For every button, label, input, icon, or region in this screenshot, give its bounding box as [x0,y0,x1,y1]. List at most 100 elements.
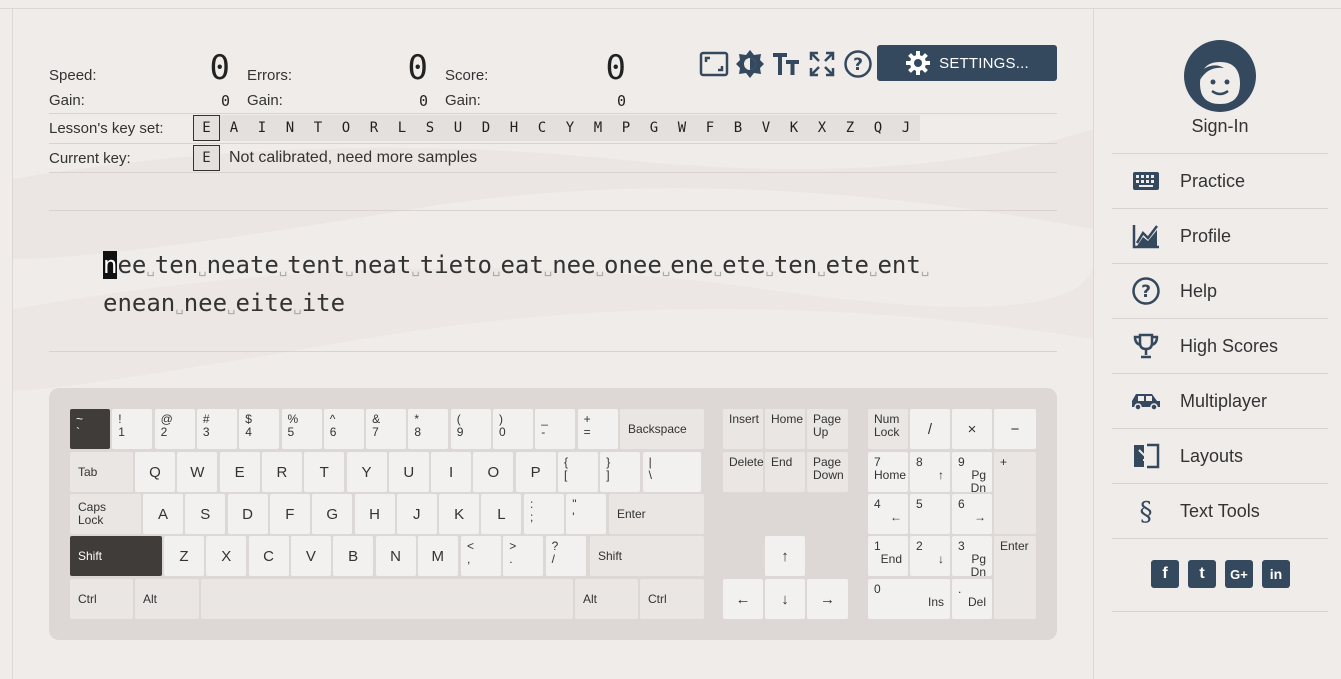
key-q[interactable]: Q [135,452,175,492]
key-symbol[interactable]: " ' [566,494,607,534]
arrow-right-key[interactable]: → [807,579,848,619]
key-a[interactable]: A [143,494,183,534]
key-symbol[interactable]: }] [600,452,641,492]
numpad-1-key[interactable]: 1 End [868,536,908,576]
key-t[interactable]: T [304,452,345,492]
key-4[interactable]: $4 [239,409,280,449]
key-10[interactable]: ) 0 [493,409,533,449]
key-c[interactable]: C [248,536,289,576]
numpad-minus-key[interactable]: − [994,409,1036,449]
theme-brightness-icon[interactable] [734,48,766,80]
key-symbol[interactable]: <, [461,536,501,576]
linkedin-icon[interactable]: in [1262,560,1290,588]
key-i[interactable]: I [431,452,472,492]
key-k[interactable]: K [439,494,480,534]
right-alt-key[interactable]: Alt [575,579,638,619]
settings-button[interactable]: SETTINGS... [877,45,1057,81]
key-11[interactable]: _ - [535,409,576,449]
numpad-dot-key[interactable]: . Del [952,579,992,619]
key-symbol[interactable]: {[ [558,452,598,492]
key-8[interactable]: * 8 [408,409,449,449]
key-n[interactable]: N [375,536,416,576]
right-ctrl-key[interactable]: Ctrl [640,579,704,619]
end-key[interactable]: End [765,452,805,492]
key-12[interactable]: + = [577,409,618,449]
key-9[interactable]: (9 [450,409,491,449]
delete-key[interactable]: Delete [723,452,764,492]
key-y[interactable]: Y [346,452,387,492]
key-m[interactable]: M [417,536,458,576]
num-lock-key[interactable]: Num Lock [868,409,908,449]
numpad-2-key[interactable]: 2 ↓ [910,536,950,576]
key-l[interactable]: L [481,494,522,534]
numpad-plus-key[interactable]: + [994,452,1036,534]
key-h[interactable]: H [354,494,395,534]
numpad-8-key[interactable]: 8 ↑ [910,452,950,492]
key-w[interactable]: W [177,452,218,492]
facebook-icon[interactable]: f [1151,560,1179,588]
arrow-down-key[interactable]: ↓ [765,579,805,619]
nav-practice[interactable]: Practice [1112,153,1328,208]
key-f[interactable]: F [269,494,310,534]
avatar-icon[interactable] [1184,40,1256,112]
key-2[interactable]: @2 [154,409,195,449]
key-o[interactable]: O [473,452,514,492]
nav-help[interactable]: ? Help [1112,263,1328,318]
key-b[interactable]: B [333,536,374,576]
twitter-icon[interactable]: t [1188,560,1216,588]
left-alt-key[interactable]: Alt [135,579,199,619]
zoom-screen-icon[interactable] [698,48,730,80]
key-d[interactable]: D [227,494,268,534]
key-s[interactable]: S [185,494,226,534]
key-3[interactable]: #3 [196,409,237,449]
key-v[interactable]: V [290,536,331,576]
key-g[interactable]: G [312,494,353,534]
font-size-icon[interactable] [770,48,802,80]
space-key[interactable] [201,579,573,619]
nav-profile[interactable]: Profile [1112,208,1328,263]
numpad-4-key[interactable]: 4 ← [868,494,908,534]
help-icon[interactable]: ? [842,48,874,80]
numpad-9-key[interactable]: 9 Pg Dn [952,452,992,495]
backspace-key[interactable]: Backspace [620,409,704,449]
numpad-multiply-key[interactable]: × [952,409,992,449]
numpad-0-key[interactable]: 0 Ins [868,579,950,619]
nav-multiplayer[interactable]: Multiplayer [1112,373,1328,428]
insert-key[interactable]: Insert [723,409,763,449]
enter-key[interactable]: Enter [609,494,704,534]
key-z[interactable]: Z [164,536,204,576]
left-shift-key[interactable]: Shift [70,536,162,576]
key-0[interactable]: ~ ` [70,409,110,449]
page-up-key[interactable]: Page Up [807,409,848,449]
numpad-enter-key[interactable]: Enter [994,536,1036,619]
right-shift-key[interactable]: Shift [590,536,704,576]
numpad-divide-key[interactable]: / [910,409,950,449]
key-p[interactable]: P [515,452,556,492]
key-x[interactable]: X [206,536,247,576]
key-r[interactable]: R [261,452,302,492]
arrow-left-key[interactable]: ← [723,579,763,619]
google-plus-icon[interactable]: G+ [1225,560,1253,588]
nav-high-scores[interactable]: High Scores [1112,318,1328,373]
key-symbol[interactable]: :; [524,494,564,534]
caps-lock-key[interactable]: Caps Lock [70,494,141,534]
sign-in-link[interactable]: Sign-In [1180,116,1260,137]
numpad-7-key[interactable]: 7 Home [868,452,908,492]
tab-key[interactable]: Tab [70,452,133,492]
fullscreen-icon[interactable] [806,48,838,80]
key-7[interactable]: & 7 [366,409,407,449]
key-j[interactable]: J [396,494,437,534]
key-symbol[interactable]: | \ [642,452,701,492]
home-key[interactable]: Home [765,409,805,449]
numpad-5-key[interactable]: 5 [910,494,950,534]
key-e[interactable]: E [219,452,260,492]
key-symbol[interactable]: >. [503,536,544,576]
key-u[interactable]: U [388,452,429,492]
key-1[interactable]: ! 1 [112,409,153,449]
lesson-text[interactable]: nee␣ten␣neate␣tent␣neat␣tieto␣eat␣nee␣on… [103,248,1003,324]
numpad-6-key[interactable]: 6 → [952,494,992,534]
page-down-key[interactable]: Page Down [807,452,848,492]
key-6[interactable]: ^ 6 [323,409,364,449]
key-5[interactable]: % 5 [281,409,322,449]
numpad-3-key[interactable]: 3 Pg Dn [952,536,992,579]
